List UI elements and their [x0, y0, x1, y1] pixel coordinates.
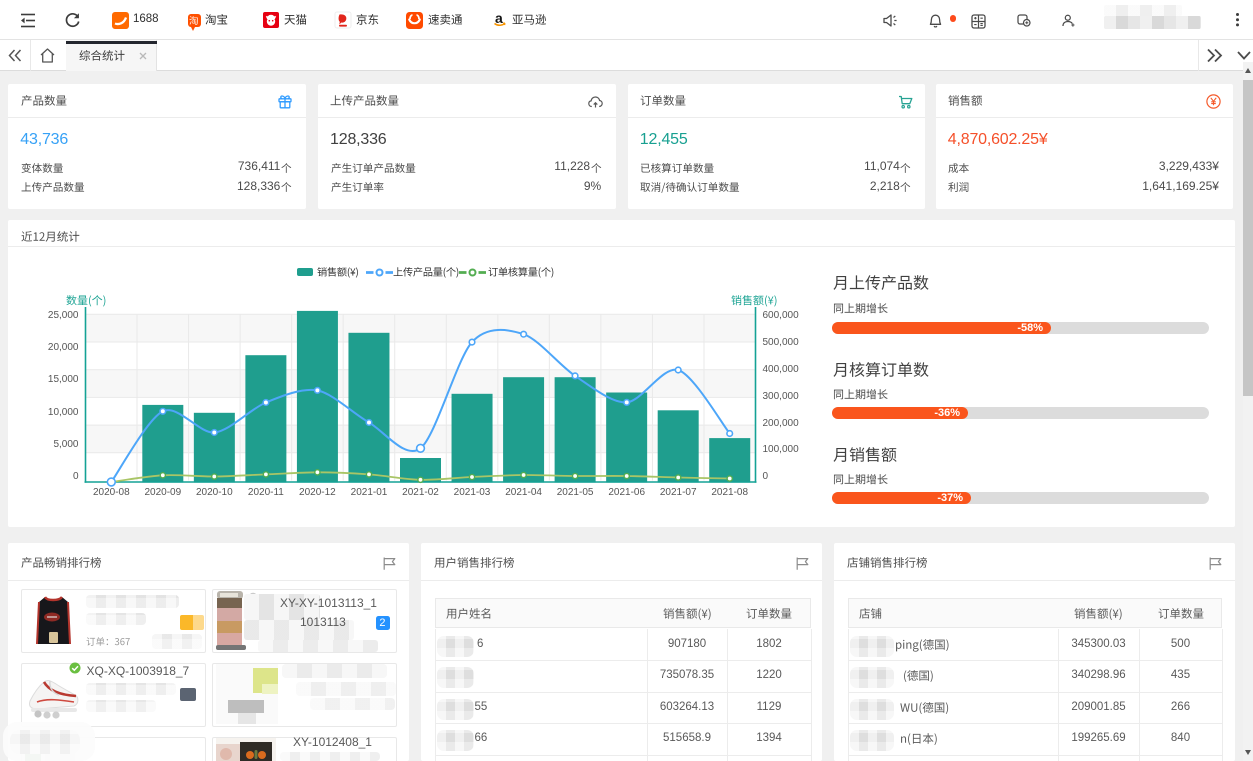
- svg-text:a: a: [495, 10, 503, 26]
